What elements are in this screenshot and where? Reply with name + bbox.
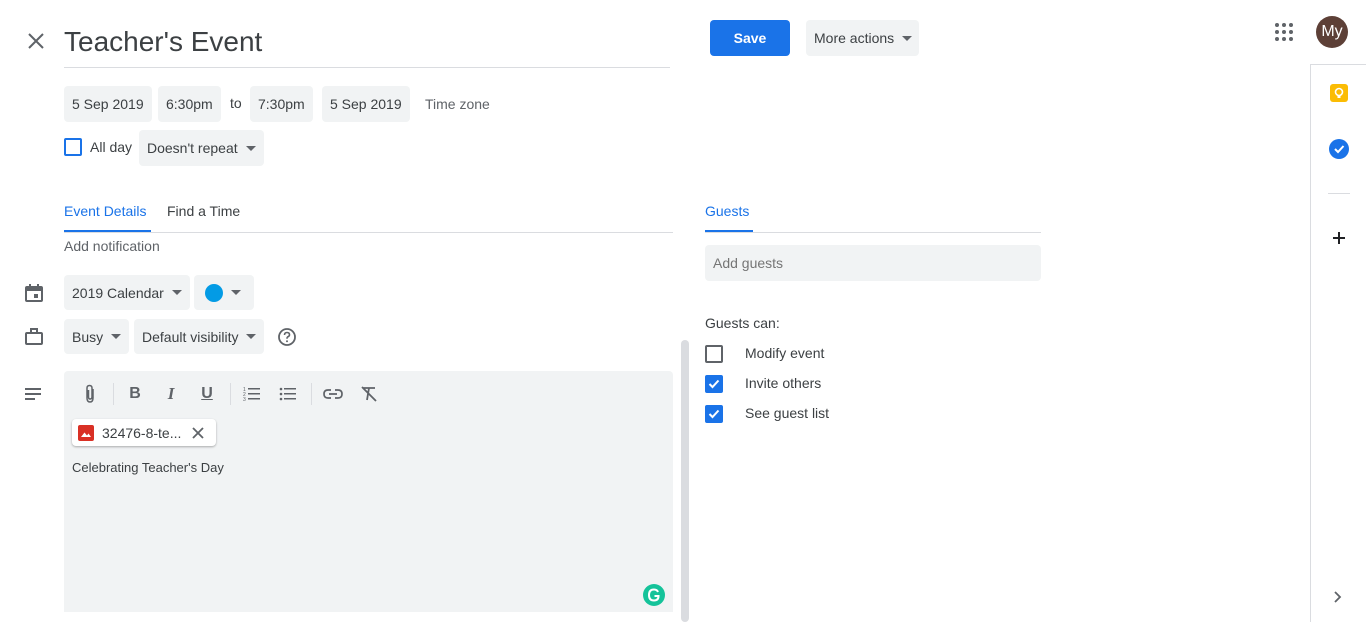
availability-dropdown[interactable]: Busy	[64, 319, 130, 354]
time-zone-button[interactable]: Time zone	[425, 96, 490, 112]
briefcase-icon	[24, 327, 44, 347]
description-icon	[24, 386, 44, 402]
repeat-dropdown[interactable]: Doesn't repeat	[139, 130, 264, 166]
avatar-text: My	[1321, 23, 1343, 40]
chevron-down-icon	[231, 290, 241, 295]
keep-icon[interactable]	[1330, 84, 1348, 102]
toolbar-separator	[311, 383, 312, 405]
chevron-down-icon	[246, 334, 257, 339]
link-icon[interactable]	[322, 383, 344, 405]
invite-others-checkbox[interactable]	[705, 375, 723, 393]
close-button[interactable]	[24, 29, 48, 53]
description-editor[interactable]	[64, 371, 673, 612]
help-icon[interactable]	[277, 327, 297, 347]
toolbar-separator	[113, 383, 114, 405]
see-guest-list-checkbox[interactable]	[705, 405, 723, 423]
all-day-label: All day	[90, 139, 133, 155]
tab-event-details-label: Event Details	[64, 203, 147, 219]
italic-icon[interactable]: I	[160, 383, 182, 405]
calendar-dropdown[interactable]: 2019 Calendar	[64, 275, 190, 310]
add-addon-icon[interactable]	[1331, 230, 1347, 246]
numbered-list-icon[interactable]: 123	[241, 383, 263, 405]
close-icon	[28, 33, 44, 49]
chevron-down-icon	[111, 334, 122, 339]
svg-text:3: 3	[243, 397, 246, 402]
grammarly-icon[interactable]	[643, 584, 665, 606]
availability-value: Busy	[72, 328, 104, 345]
tab-guests-label: Guests	[705, 203, 750, 219]
tab-find-a-time-label: Find a Time	[167, 203, 241, 219]
tab-guests[interactable]: Guests	[705, 203, 753, 233]
tab-find-a-time[interactable]: Find a Time	[167, 203, 240, 233]
side-panel-divider	[1328, 193, 1350, 194]
end-time-value: 7:30pm	[258, 96, 305, 112]
chevron-down-icon	[171, 290, 182, 295]
see-guest-list-label: See guest list	[745, 405, 830, 421]
end-time-chip[interactable]: 7:30pm	[250, 86, 313, 122]
invite-others-label: Invite others	[745, 375, 822, 391]
to-label: to	[230, 95, 242, 111]
visibility-dropdown[interactable]: Default visibility	[134, 319, 265, 354]
save-label: Save	[733, 30, 767, 46]
tasks-icon[interactable]	[1329, 139, 1349, 159]
more-actions-label: More actions	[814, 30, 895, 46]
tab-event-details[interactable]: Event Details	[64, 203, 151, 233]
chevron-down-icon	[245, 145, 256, 151]
checkmark-icon	[708, 409, 720, 419]
event-title-text: Teacher's Event	[64, 26, 263, 57]
calendar-value: 2019 Calendar	[72, 284, 164, 301]
attachment-icon[interactable]	[79, 383, 101, 405]
save-button[interactable]: Save	[710, 20, 790, 56]
guests-divider	[705, 232, 1041, 233]
toolbar-separator	[230, 383, 231, 405]
start-date-value: 5 Sep 2019	[72, 96, 144, 112]
all-day-checkbox[interactable]	[64, 138, 82, 156]
add-guests-input[interactable]	[705, 245, 1041, 281]
modify-event-checkbox[interactable]	[705, 345, 723, 363]
start-time-chip[interactable]: 6:30pm	[158, 86, 221, 122]
guests-can-label: Guests can:	[705, 315, 780, 331]
underline-icon[interactable]: U	[196, 383, 218, 405]
modify-event-label: Modify event	[745, 345, 825, 361]
more-actions-button[interactable]: More actions	[806, 20, 919, 56]
checkmark-icon	[708, 379, 720, 389]
attachment-chip[interactable]: 32476-8-te...	[72, 419, 216, 446]
description-text: Celebrating Teacher's Day	[72, 460, 224, 475]
start-date-chip[interactable]: 5 Sep 2019	[64, 86, 152, 122]
attachment-name: 32476-8-te...	[102, 424, 182, 441]
scrollbar[interactable]	[681, 340, 689, 622]
apps-button[interactable]	[1274, 22, 1294, 42]
end-date-value: 5 Sep 2019	[330, 96, 402, 112]
event-color-dropdown[interactable]	[194, 275, 254, 310]
avatar[interactable]: My	[1316, 16, 1348, 48]
visibility-value: Default visibility	[142, 328, 239, 345]
chevron-right-icon[interactable]	[1332, 590, 1344, 604]
remove-attachment-icon[interactable]	[190, 425, 206, 441]
add-notification-button[interactable]: Add notification	[64, 238, 160, 254]
remove-formatting-icon[interactable]	[358, 383, 380, 405]
color-swatch	[205, 283, 223, 302]
start-time-value: 6:30pm	[166, 96, 213, 112]
image-file-icon	[78, 424, 94, 441]
bulleted-list-icon[interactable]	[277, 383, 299, 405]
bold-icon[interactable]: B	[124, 383, 146, 405]
calendar-icon	[24, 283, 44, 303]
apps-grid-icon	[1275, 23, 1293, 41]
repeat-value: Doesn't repeat	[147, 140, 238, 156]
event-title-input[interactable]: Teacher's Event	[64, 22, 670, 68]
chevron-down-icon	[902, 35, 913, 41]
tabs-divider	[64, 232, 673, 233]
end-date-chip[interactable]: 5 Sep 2019	[322, 86, 410, 122]
